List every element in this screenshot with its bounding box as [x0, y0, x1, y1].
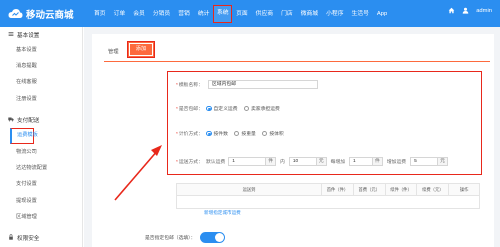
- area-freight-table-header: 运送到 首件（件） 首费（元） 续件（件） 续费（元） 操作: [176, 183, 480, 196]
- radio-dot: [243, 105, 249, 112]
- radio-dot-checked: [206, 130, 212, 137]
- sidebar-item-1-2[interactable]: 达达物流配置: [0, 160, 82, 176]
- nav-item-7[interactable]: 页面: [232, 5, 252, 23]
- area-freight-table-body: [176, 196, 480, 209]
- col-first-fee: 首费（元）: [354, 184, 386, 195]
- first-quantity-input[interactable]: 1: [228, 157, 267, 166]
- free-shipping-toggle[interactable]: [200, 232, 226, 243]
- first-fee-input[interactable]: 10: [288, 157, 317, 166]
- shipping-method-row: *运送方式： 默认运费 1 件 内 10 元 每增加 1 件 增加运费 5 元: [176, 157, 448, 166]
- template-name-row: *模板名称： 区域内包邮: [176, 80, 318, 89]
- sidebar-group-title: 权限安全: [17, 236, 40, 243]
- username[interactable]: admin: [476, 8, 492, 14]
- default-freight-label: 默认运费: [206, 160, 226, 165]
- nav-item-6[interactable]: 系统: [213, 4, 233, 23]
- nav-item-3[interactable]: 分销员: [149, 5, 174, 23]
- nav-item-9[interactable]: 门店: [277, 5, 297, 23]
- sidebar-item-0-2[interactable]: 在线客服: [0, 74, 82, 90]
- menu-icon: [7, 31, 14, 39]
- radio-seller-pays[interactable]: 卖家承担运费: [243, 105, 280, 112]
- add-city-freight-link[interactable]: 新增指定城市运费: [204, 210, 241, 216]
- tab-0[interactable]: 管理: [104, 46, 123, 58]
- home-icon[interactable]: [448, 7, 455, 14]
- radio-dot-checked: [206, 105, 212, 112]
- main-nav: 首页 订单 会员 分销员 营销 统计 系统 页面 供应商 门店 微商城 小程序 生活号 App: [90, 0, 391, 27]
- sidebar-group-title: 支付配送: [17, 118, 40, 125]
- sidebar-item-1-0[interactable]: 运费模板: [10, 127, 38, 144]
- sidebar: 基本设置 基本设置 消息提醒 在线客服 注册设置 支付配送 运费模板 物流公司 达达物流配置 支付…: [0, 27, 83, 247]
- pricing-method-label: *计价方式：: [176, 132, 203, 137]
- within-label: 内: [280, 160, 285, 165]
- sidebar-group-0[interactable]: 基本设置: [0, 27, 82, 42]
- free-shipping-label: *是否包邮：: [176, 107, 203, 112]
- free-shipping-row: *是否包邮： 自定义运费 卖家承担运费: [176, 105, 286, 112]
- add-fee-label: 增加运费: [386, 160, 407, 165]
- nav-item-0[interactable]: 首页: [90, 5, 110, 23]
- add-fee-input[interactable]: 5: [410, 157, 439, 166]
- col-first-qty: 首件（件）: [322, 184, 354, 195]
- sidebar-item-1-5[interactable]: 区域管理: [0, 209, 82, 225]
- unit-piece-2: 件: [373, 157, 383, 166]
- radio-dot: [233, 130, 240, 137]
- cloud-logo-icon: [8, 9, 23, 18]
- radio-custom-freight[interactable]: 自定义运费: [206, 105, 238, 112]
- nav-item-12[interactable]: 生活号: [348, 5, 373, 23]
- sidebar-item-1-3[interactable]: 支付设置: [0, 176, 82, 192]
- user-icon[interactable]: [462, 7, 469, 14]
- nav-item-10[interactable]: 微商城: [297, 5, 322, 23]
- nav-item-8[interactable]: 供应商: [252, 5, 277, 23]
- sidebar-group-1[interactable]: 支付配送: [0, 113, 82, 128]
- nav-item-11[interactable]: 小程序: [322, 5, 347, 23]
- free-shipping-condition-row: 是否指定包邮（选填）：: [145, 232, 226, 243]
- col-actions: 操作: [459, 186, 469, 192]
- nav-item-13[interactable]: App: [373, 5, 391, 23]
- template-name-label: *模板名称：: [176, 83, 203, 88]
- radio-by-piece[interactable]: 按件数: [206, 130, 228, 137]
- tab-bar: 管理 添加: [104, 41, 156, 58]
- col-destination: 运送到: [177, 184, 323, 195]
- pricing-method-row: *计价方式： 按件数 按重量 按体积: [176, 130, 290, 137]
- truck-icon: [7, 116, 14, 124]
- add-quantity-input[interactable]: 1: [349, 157, 374, 166]
- free-shipping-condition-label: 是否指定包邮（选填）：: [145, 236, 196, 241]
- brand-name: 移动云商城: [26, 9, 74, 21]
- nav-item-1[interactable]: 订单: [110, 5, 130, 23]
- lock-icon: [7, 234, 14, 242]
- radio-dot: [261, 130, 268, 137]
- template-name-input[interactable]: 区域内包邮: [208, 80, 318, 89]
- each-add-label: 每增加: [330, 160, 346, 165]
- col-add-qty: 续件（件）: [386, 184, 418, 195]
- tab-1[interactable]: 添加: [126, 41, 156, 58]
- sidebar-group-2[interactable]: 权限安全: [0, 231, 82, 246]
- unit-piece: 件: [266, 157, 277, 166]
- nav-item-2[interactable]: 会员: [129, 5, 149, 23]
- user-area: admin: [448, 7, 492, 14]
- radio-by-weight[interactable]: 按重量: [233, 130, 256, 137]
- brand-logo[interactable]: 移动云商城: [8, 7, 74, 21]
- top-nav-bar: 移动云商城 首页 订单 会员 分销员 营销 统计 系统 页面 供应商 门店 微商城 小程序 生活号 App…: [0, 0, 500, 27]
- unit-yuan: 元: [316, 157, 327, 166]
- radio-by-volume[interactable]: 按体积: [261, 130, 284, 137]
- tab-underline: [104, 61, 490, 62]
- unit-yuan-2: 元: [438, 157, 448, 166]
- shipping-method-label: *运送方式：: [176, 160, 203, 165]
- sidebar-item-0-1[interactable]: 消息提醒: [0, 58, 82, 74]
- sidebar-item-1-4[interactable]: 提现设置: [0, 193, 82, 209]
- nav-item-4[interactable]: 营销: [174, 5, 194, 23]
- col-add-fee: 续费（元）: [417, 184, 450, 195]
- freight-template-form: *模板名称： 区域内包邮 *是否包邮： 自定义运费 卖家承担运费 *计价方式： …: [167, 71, 482, 175]
- sidebar-item-1-1[interactable]: 物流公司: [0, 144, 82, 160]
- nav-item-5[interactable]: 统计: [194, 5, 214, 23]
- sidebar-group-title: 基本设置: [17, 32, 40, 39]
- sidebar-item-0-0[interactable]: 基本设置: [0, 42, 82, 58]
- sidebar-item-0-3[interactable]: 注册设置: [0, 91, 82, 107]
